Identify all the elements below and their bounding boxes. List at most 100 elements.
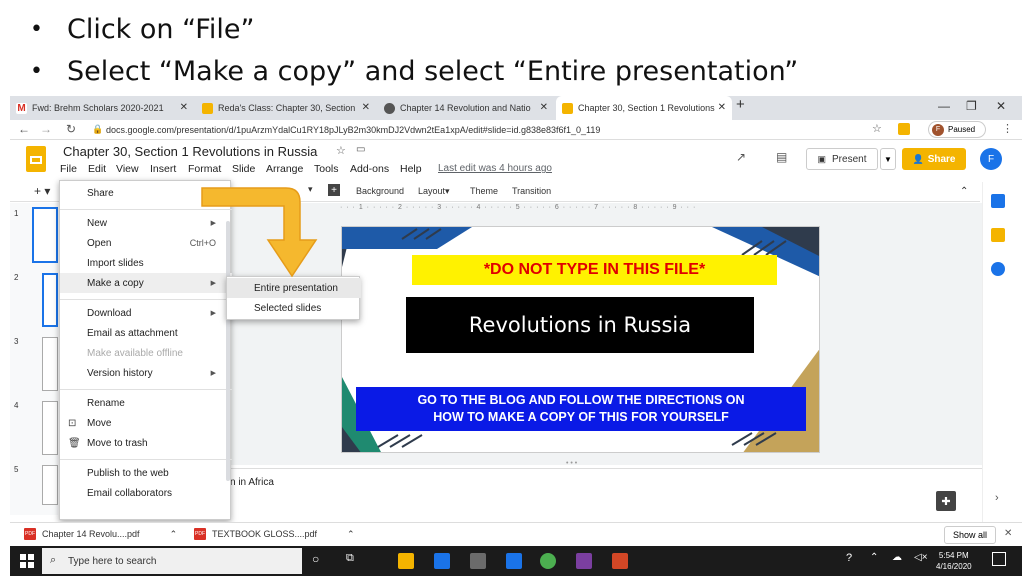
chevron-up-icon[interactable]: ⌃ <box>347 529 355 540</box>
tab-gmail[interactable]: M Fwd: Brehm Scholars 2020-2021 ✕ <box>10 96 194 120</box>
new-tab-button[interactable]: + <box>736 96 745 113</box>
star-icon[interactable]: ☆ <box>336 144 346 157</box>
close-icon[interactable]: ✕ <box>1004 528 1012 539</box>
present-dropdown-icon[interactable]: ▼ <box>880 148 896 170</box>
download-item[interactable]: PDF TEXTBOOK GLOSS....pdf ⌃ <box>194 528 355 540</box>
notifications-icon[interactable] <box>992 552 1006 566</box>
last-edit-link[interactable]: Last edit was 4 hours ago <box>438 163 552 174</box>
folder-icon[interactable]: ▭ <box>356 144 365 155</box>
menu-version-history[interactable]: Version history ▶ <box>60 363 232 383</box>
url-field[interactable]: docs.google.com/presentation/d/1puArzmYd… <box>106 122 906 138</box>
collapse-toolbar-icon[interactable]: ⌃ <box>960 186 968 197</box>
menu-tools[interactable]: Tools <box>314 163 339 175</box>
menu-view[interactable]: View <box>116 163 139 175</box>
download-item[interactable]: PDF Chapter 14 Revolu....pdf ⌃ <box>24 528 177 540</box>
menu-email-collaborators[interactable]: Email collaborators <box>60 483 232 503</box>
window-close-icon[interactable]: ✕ <box>996 99 1006 113</box>
close-icon[interactable]: ✕ <box>180 102 188 113</box>
file-explorer-icon[interactable] <box>398 553 414 569</box>
menu-move[interactable]: ⊡ Move <box>60 413 232 433</box>
chevron-up-icon[interactable]: ⌃ <box>170 529 178 540</box>
back-icon[interactable]: ← <box>18 122 30 136</box>
doc-title[interactable]: Chapter 30, Section 1 Revolutions in Rus… <box>63 144 317 159</box>
menu-move-to-trash[interactable]: 🗑 Move to trash <box>60 433 232 453</box>
comments-icon[interactable]: ▤ <box>776 150 787 164</box>
tab-slides[interactable]: Chapter 30, Section 1 Revolutions ✕ <box>556 96 732 120</box>
bullet-1: • Click on “File” <box>30 14 254 45</box>
instructions-line: GO TO THE BLOG AND FOLLOW THE DIRECTIONS… <box>417 393 745 407</box>
store-icon[interactable] <box>470 553 486 569</box>
tasks-icon[interactable] <box>991 262 1005 276</box>
close-icon[interactable]: ✕ <box>362 102 370 113</box>
cortana-icon[interactable]: ○ <box>312 552 319 566</box>
forward-icon[interactable]: → <box>40 122 52 136</box>
edge-icon[interactable] <box>434 553 450 569</box>
avatar[interactable]: F <box>980 148 1002 170</box>
task-view-icon[interactable]: ⧉ <box>346 552 354 565</box>
taskbar-search-input[interactable]: ⌕ Type here to search <box>42 548 302 574</box>
close-icon[interactable]: ✕ <box>540 102 548 113</box>
menu-slide[interactable]: Slide <box>232 163 255 175</box>
new-slide-icon[interactable]: + ▾ <box>34 184 50 198</box>
slide-thumbnail[interactable] <box>42 273 58 327</box>
menu-rename[interactable]: Rename <box>60 393 232 413</box>
extension-icon[interactable] <box>898 123 910 135</box>
resize-handle-icon[interactable]: • • • <box>566 460 577 467</box>
volume-icon[interactable]: ◁× <box>914 552 928 563</box>
more-vert-icon[interactable]: ⋮ <box>1002 122 1013 135</box>
slide-thumbnail[interactable] <box>42 337 58 391</box>
slide-thumbnail[interactable] <box>42 401 58 455</box>
tab-chapter14[interactable]: Chapter 14 Revolution and Natio ✕ <box>378 96 554 120</box>
menu-addons[interactable]: Add-ons <box>350 163 389 175</box>
windows-start-icon[interactable] <box>20 554 34 568</box>
star-icon[interactable]: ☆ <box>872 122 882 135</box>
transition-button[interactable]: Transition <box>512 186 551 196</box>
menu-arrange[interactable]: Arrange <box>266 163 303 175</box>
menu-publish[interactable]: Publish to the web <box>60 463 232 483</box>
menu-insert[interactable]: Insert <box>150 163 176 175</box>
menu-divider <box>60 299 232 300</box>
bullet-text: Click on “File” <box>66 14 255 45</box>
powerpoint-icon[interactable] <box>612 553 628 569</box>
mail-icon[interactable] <box>506 553 522 569</box>
keep-icon[interactable] <box>991 228 1005 242</box>
expand-panel-icon[interactable]: › <box>995 492 999 504</box>
people-icon: 👤 <box>912 153 924 164</box>
speaker-notes[interactable]: n in Africa ✚ <box>230 468 982 516</box>
clock-time: 5:54 PM <box>938 551 969 560</box>
onenote-icon[interactable] <box>576 553 592 569</box>
menu-email-attachment[interactable]: Email as attachment <box>60 323 232 343</box>
restore-icon[interactable]: ❐ <box>966 99 977 113</box>
menu-help[interactable]: Help <box>400 163 422 175</box>
menu-format[interactable]: Format <box>188 163 221 175</box>
taskbar-clock[interactable]: 5:54 PM 4/16/2020 <box>936 550 972 572</box>
layout-button[interactable]: Layout▾ <box>418 186 450 197</box>
menu-edit[interactable]: Edit <box>88 163 106 175</box>
calendar-icon[interactable] <box>991 194 1005 208</box>
slide-thumbnail[interactable] <box>32 207 58 263</box>
background-button[interactable]: Background <box>356 186 404 196</box>
help-icon[interactable]: ? <box>846 552 852 564</box>
share-button[interactable]: 👤 Share <box>902 148 966 170</box>
activity-icon[interactable]: ↗ <box>736 150 746 164</box>
tray-chevron-icon[interactable]: ⌃ <box>870 552 878 563</box>
menu-file[interactable]: File <box>60 163 77 175</box>
explore-icon[interactable]: ✚ <box>936 491 956 511</box>
show-all-button[interactable]: Show all <box>944 526 996 544</box>
paused-badge[interactable]: F Paused <box>928 121 986 138</box>
tab-classroom[interactable]: Reda's Class: Chapter 30, Section ✕ <box>196 96 376 120</box>
menu-label: Version history <box>87 367 153 379</box>
minimize-icon[interactable]: — <box>938 99 950 113</box>
chrome-icon[interactable] <box>540 553 556 569</box>
current-slide[interactable]: *DO NOT TYPE IN THIS FILE* Revolutions i… <box>341 226 820 453</box>
profile-avatar: F <box>932 123 944 136</box>
onedrive-icon[interactable]: ☁ <box>892 552 902 563</box>
menu-download[interactable]: Download ▶ <box>60 303 232 323</box>
slide-thumbnail[interactable] <box>42 465 58 505</box>
theme-button[interactable]: Theme <box>470 186 498 196</box>
slides-logo-icon[interactable] <box>26 146 46 172</box>
reload-icon[interactable]: ↻ <box>66 122 76 136</box>
close-icon[interactable]: ✕ <box>718 102 726 113</box>
menu-selected-slides[interactable]: Selected slides <box>227 298 361 318</box>
present-button[interactable]: ▣ Present <box>806 148 878 170</box>
